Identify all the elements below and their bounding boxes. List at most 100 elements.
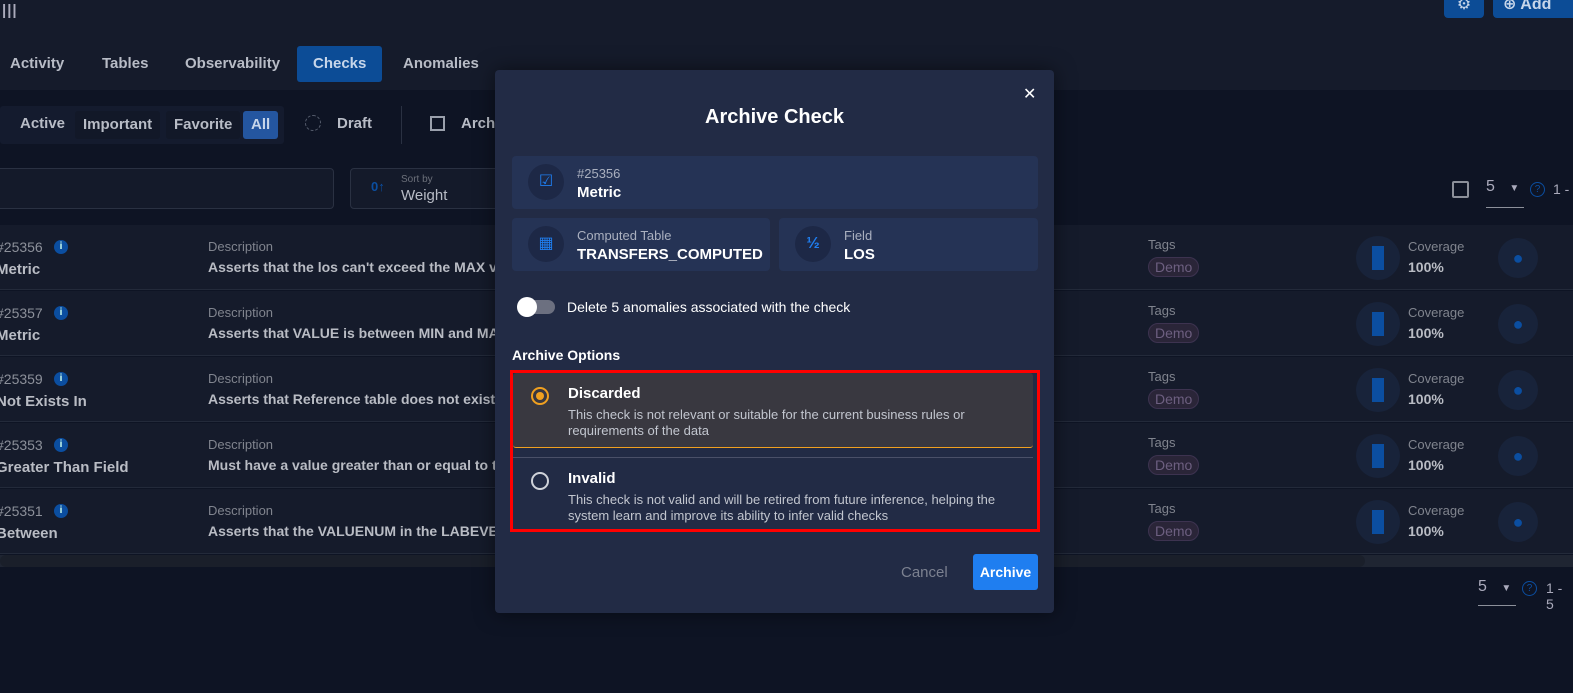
option-desc: This check is not relevant or suitable f… [568,407,965,438]
tag-badge[interactable]: Demo [1148,323,1200,343]
field-value: LOS [844,246,875,263]
check-id: #25351 [0,503,43,519]
pagination-range-bottom: 1 - 5 [1546,580,1563,612]
tag-badge[interactable]: Demo [1148,257,1200,277]
page-size-select[interactable]: 5 ▼ [1486,178,1524,208]
description-label: Description [208,239,274,254]
coverage-value: 100% [1408,259,1444,275]
description-value: Asserts that Reference table does not ex… [208,391,503,407]
coverage-label: Coverage [1408,239,1465,254]
filter-all[interactable]: All [243,111,279,139]
bars-icon[interactable]: ||| [2,2,18,19]
user-avatar-icon[interactable]: ● [1498,304,1538,344]
field-label: Field [844,228,873,243]
info-icon[interactable]: i [54,504,68,518]
info-icon[interactable]: i [54,438,68,452]
check-name: Metric [0,327,41,344]
option-invalid[interactable]: Invalid This check is not valid and will… [513,457,1033,529]
table-gear-icon: ▦ [528,226,564,262]
tab-checks[interactable]: Checks [297,46,383,82]
description-label: Description [208,503,274,518]
check-name: Not Exists In [0,393,87,410]
coverage-icon [1356,434,1400,478]
check-type: Metric [577,184,622,201]
description-value: Asserts that the los can't exceed the MA… [208,259,509,275]
user-avatar-icon[interactable]: ● [1498,238,1538,278]
search-input[interactable] [0,168,334,209]
tags-label: Tags [1148,435,1176,450]
page-size-value: 5 [1486,178,1495,195]
description-value: Asserts that VALUE is between MIN and MA… [208,325,509,341]
tab-observability[interactable]: Observability [169,46,296,82]
user-avatar-icon[interactable]: ● [1498,370,1538,410]
filter-favorite[interactable]: Favorite [166,111,241,139]
archive-check-modal: ✕ Archive Check ☑ #25356 Metric ▦ Comput… [495,70,1054,613]
check-name: Greater Than Field [0,459,129,476]
description-label: Description [208,371,274,386]
coverage-value: 100% [1408,391,1444,407]
divider [401,106,402,144]
toggle-label: Delete 5 anomalies associated with the c… [567,299,851,315]
check-id: #25353 [0,437,43,453]
filter-active[interactable]: Active [20,106,65,142]
check-id: #25357 [0,305,43,321]
check-name: Between [0,525,58,542]
cancel-button[interactable]: Cancel [901,564,948,581]
delete-anomalies-toggle[interactable] [517,297,555,317]
check-id: #25359 [0,371,43,387]
info-icon[interactable]: i [54,372,68,386]
description-value: Asserts that the VALUENUM in the LABEVEN… [208,523,517,539]
close-icon[interactable]: ✕ [1023,84,1036,104]
coverage-icon [1356,500,1400,544]
radio-unselected[interactable] [531,472,549,490]
info-icon[interactable]: i [54,240,68,254]
page-size-value: 5 [1478,578,1487,595]
draft-icon [305,115,321,131]
fraction-icon: ½ [795,226,831,262]
help-icon[interactable]: ? [1530,182,1545,197]
filter-draft[interactable]: Draft [337,106,372,142]
info-icon[interactable]: i [54,306,68,320]
tag-badge[interactable]: Demo [1148,521,1200,541]
coverage-icon [1356,302,1400,346]
user-avatar-icon[interactable]: ● [1498,436,1538,476]
select-all-checkbox[interactable] [1452,181,1469,198]
add-button[interactable]: ⊕ Add [1493,0,1573,18]
filter-important[interactable]: Important [75,111,161,139]
sort-select[interactable]: 0↑ Sort by Weight [350,168,510,209]
field-card: ½ Field LOS [779,218,1038,271]
option-discarded[interactable]: Discarded This check is not relevant or … [513,373,1033,448]
archive-icon [430,116,445,131]
modal-title: Archive Check [705,106,844,128]
pagination-range: 1 - [1553,181,1570,197]
tab-anomalies[interactable]: Anomalies [387,46,495,82]
tags-label: Tags [1148,501,1176,516]
tags-label: Tags [1148,369,1176,384]
check-card: ☑ #25356 Metric [512,156,1038,209]
tag-badge[interactable]: Demo [1148,389,1200,409]
user-avatar-icon[interactable]: ● [1498,502,1538,542]
tags-label: Tags [1148,237,1176,252]
description-value: Must have a value greater than or equal … [208,457,513,473]
add-label: Add [1520,0,1552,13]
settings-button[interactable]: ⚙ [1444,0,1484,18]
coverage-icon [1356,368,1400,412]
check-id: #25356 [0,239,43,255]
sort-value: Weight [401,187,448,204]
tag-badge[interactable]: Demo [1148,455,1200,475]
sort-numeric-icon: 0↑ [371,179,385,194]
description-label: Description [208,437,274,452]
table-card: ▦ Computed Table TRANSFERS_COMPUTED [512,218,770,271]
tab-tables[interactable]: Tables [86,46,164,82]
page-size-select-bottom[interactable]: 5 ▼ [1478,578,1516,606]
check-id: #25356 [577,166,621,181]
radio-selected[interactable] [531,387,549,405]
help-icon[interactable]: ? [1522,581,1537,596]
coverage-value: 100% [1408,457,1444,473]
tab-activity[interactable]: Activity [0,46,80,82]
archive-button[interactable]: Archive [973,554,1038,590]
filter-archived[interactable]: Archi [461,106,499,142]
table-value: TRANSFERS_COMPUTED [577,246,763,263]
option-desc: This check is not valid and will be reti… [568,492,996,523]
coverage-label: Coverage [1408,305,1465,320]
